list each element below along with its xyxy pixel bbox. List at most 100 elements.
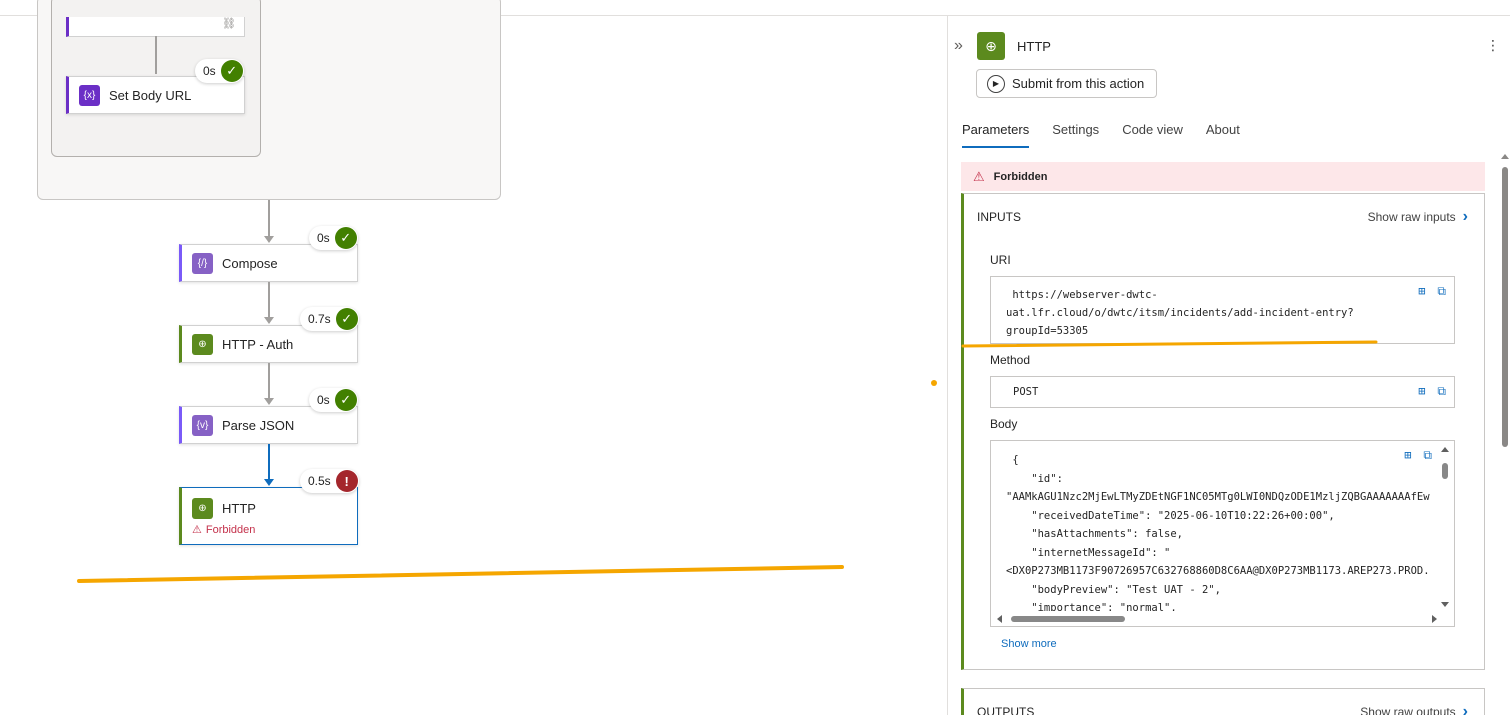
connector-line: [268, 200, 270, 238]
designer-canvas[interactable]: ⛓ {x} Set Body URL 0s ✓ {/} Compose 0s ✓: [0, 0, 947, 715]
action-label: Parse JSON: [222, 417, 295, 433]
more-options-icon[interactable]: ⋮: [1486, 37, 1500, 54]
method-value: POST: [1013, 386, 1039, 398]
action-details-panel: » ⊕ HTTP ⋮ ▶ Submit from this action Par…: [947, 16, 1510, 715]
inputs-heading: INPUTS: [977, 210, 1022, 224]
duration-text: 0s: [317, 231, 330, 245]
panel-title: HTTP: [1017, 38, 1051, 54]
scroll-thumb[interactable]: [1502, 167, 1508, 447]
body-label: Body: [990, 417, 1018, 431]
action-label: Compose: [222, 255, 278, 271]
compose-icon: {/}: [192, 252, 213, 274]
link-icon: ⛓: [222, 18, 236, 30]
duration-badge: 0s ✓: [309, 226, 358, 250]
show-more-link[interactable]: Show more: [1001, 638, 1057, 650]
method-label: Method: [990, 353, 1031, 367]
success-check-icon: ✓: [335, 308, 358, 330]
format-icon[interactable]: ⊞: [1418, 284, 1425, 299]
method-field[interactable]: POST ⊞ ⧉: [990, 376, 1455, 408]
error-banner-text: Forbidden: [993, 170, 1048, 183]
duration-badge: 0.5s !: [300, 469, 359, 493]
copy-icon[interactable]: ⧉: [1423, 448, 1432, 463]
body-horizontal-scrollbar[interactable]: [997, 614, 1437, 624]
action-label: Set Body URL: [109, 87, 192, 103]
workflow-designer: ⛓ {x} Set Body URL 0s ✓ {/} Compose 0s ✓: [0, 0, 1510, 715]
show-raw-inputs-link[interactable]: Show raw inputs ›: [1368, 208, 1468, 226]
action-error: ⚠ Forbidden: [192, 523, 256, 537]
format-icon[interactable]: ⊞: [1404, 448, 1411, 463]
duration-text: 0s: [203, 64, 216, 78]
duration-badge: 0s ✓: [195, 59, 244, 83]
scroll-right-icon[interactable]: [1432, 615, 1437, 623]
highlight-dot: [931, 380, 937, 386]
scroll-thumb[interactable]: [1011, 616, 1125, 622]
field-tools: ⊞ ⧉: [1392, 448, 1432, 463]
error-exclamation-icon: !: [335, 470, 358, 492]
uri-value: https://webserver-dwtc- uat.lfr.cloud/o/…: [1006, 289, 1354, 337]
http-globe-icon: ⊕: [192, 333, 213, 355]
uri-highlight-annotation: [961, 340, 1378, 348]
field-tools: ⊞ ⧉: [1406, 384, 1446, 399]
action-card-above[interactable]: ⛓: [66, 17, 245, 37]
collapse-panel-icon[interactable]: »: [954, 37, 974, 55]
show-raw-outputs-link[interactable]: Show raw outputs ›: [1360, 703, 1468, 715]
play-icon: ▶: [987, 74, 1005, 93]
error-banner: ⚠ Forbidden: [961, 162, 1485, 191]
copy-icon[interactable]: ⧉: [1437, 384, 1446, 399]
body-vertical-scrollbar[interactable]: [1440, 447, 1450, 607]
error-text: Forbidden: [205, 523, 256, 536]
panel-header: » ⊕ HTTP ⋮: [954, 31, 1504, 61]
submit-label: Submit from this action: [1012, 76, 1145, 91]
field-tools: ⊞ ⧉: [1406, 284, 1446, 299]
success-check-icon: ✓: [220, 60, 243, 82]
outputs-heading: OUTPUTS: [977, 705, 1035, 715]
warning-icon: ⚠: [192, 524, 202, 536]
action-label: HTTP: [222, 501, 256, 516]
http-globe-icon: ⊕: [977, 32, 1005, 60]
duration-badge: 0s ✓: [309, 388, 358, 412]
chevron-right-icon: ›: [1462, 208, 1468, 225]
duration-text: 0.5s: [308, 474, 331, 488]
copy-icon[interactable]: ⧉: [1437, 284, 1446, 299]
submit-from-action-button[interactable]: ▶ Submit from this action: [976, 69, 1157, 98]
highlight-annotation: [77, 565, 844, 583]
connector-line: [268, 363, 270, 400]
tab-parameters[interactable]: Parameters: [962, 120, 1030, 148]
body-field[interactable]: { "id": "AAMkAGU1Nzc2MjEwLTMyZDEtNGF1NC0…: [990, 440, 1455, 627]
action-label: HTTP - Auth: [222, 336, 294, 352]
arrow-down-icon: [264, 398, 274, 405]
parse-json-icon: {v}: [192, 414, 213, 436]
scroll-up-icon[interactable]: [1501, 154, 1509, 159]
duration-badge: 0.7s ✓: [300, 307, 359, 331]
http-globe-icon: ⊕: [192, 498, 213, 519]
tab-about[interactable]: About: [1206, 120, 1240, 148]
uri-field[interactable]: https://webserver-dwtc- uat.lfr.cloud/o/…: [990, 276, 1455, 344]
scroll-left-icon[interactable]: [997, 615, 1002, 623]
raw-inputs-label: Show raw inputs: [1367, 210, 1456, 224]
action-http[interactable]: ⊕ HTTP ⚠ Forbidden: [179, 487, 358, 545]
raw-outputs-label: Show raw outputs: [1360, 705, 1456, 715]
warning-icon: ⚠: [973, 168, 985, 184]
success-check-icon: ✓: [334, 389, 357, 411]
tab-settings[interactable]: Settings: [1052, 120, 1099, 148]
uri-label: URI: [990, 253, 1011, 267]
scroll-thumb[interactable]: [1442, 463, 1448, 479]
scroll-down-icon[interactable]: [1441, 602, 1449, 607]
tab-code-view[interactable]: Code view: [1122, 120, 1183, 148]
inputs-section: INPUTS Show raw inputs › URI https://web…: [961, 193, 1485, 670]
variable-icon: {x}: [79, 84, 100, 106]
connector-line: [268, 282, 270, 319]
connector-line: [155, 36, 157, 74]
duration-text: 0.7s: [308, 312, 331, 326]
panel-scrollbar[interactable]: [1501, 154, 1509, 714]
duration-text: 0s: [317, 393, 330, 407]
arrow-down-icon: [264, 479, 274, 486]
outputs-section: OUTPUTS Show raw outputs ›: [961, 688, 1485, 715]
success-check-icon: ✓: [334, 227, 357, 249]
scroll-up-icon[interactable]: [1441, 447, 1449, 452]
format-icon[interactable]: ⊞: [1418, 384, 1425, 399]
body-value: { "id": "AAMkAGU1Nzc2MjEwLTMyZDEtNGF1NC0…: [1006, 454, 1430, 611]
arrow-down-icon: [264, 317, 274, 324]
panel-tabs: Parameters Settings Code view About: [962, 120, 1263, 148]
chevron-right-icon: ›: [1462, 703, 1468, 715]
